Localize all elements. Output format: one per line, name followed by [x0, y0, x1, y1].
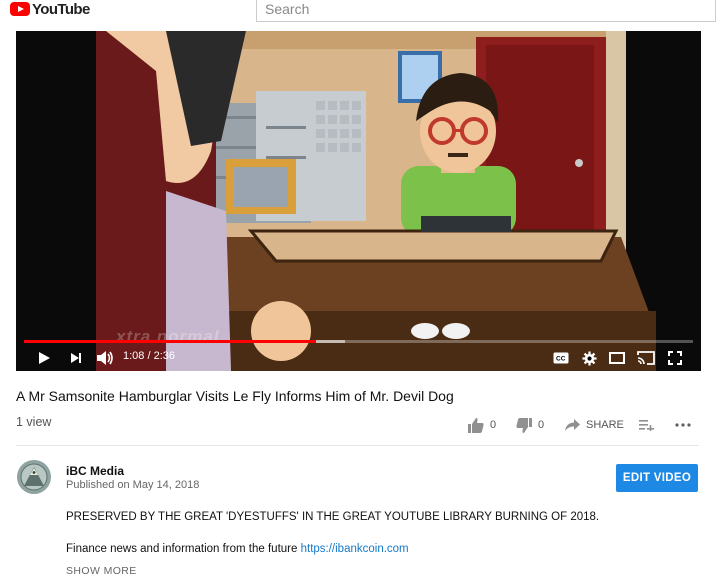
- play-button[interactable]: [34, 348, 54, 368]
- description-link[interactable]: https://ibankcoin.com: [301, 543, 409, 555]
- time-separator: /: [147, 350, 151, 362]
- logo-text: YouTube: [32, 0, 90, 18]
- description-line-1: PRESERVED BY THE GREAT 'DYESTUFFS' IN TH…: [66, 511, 600, 523]
- captions-button[interactable]: CC: [552, 348, 570, 368]
- dislike-button[interactable]: 0: [516, 417, 544, 433]
- youtube-logo[interactable]: YouTube: [10, 0, 90, 18]
- more-icon: [675, 423, 691, 427]
- view-count: 1 view: [16, 415, 52, 429]
- show-more-button[interactable]: SHOW MORE: [66, 565, 137, 577]
- mute-button[interactable]: [94, 348, 116, 368]
- video-title: A Mr Samsonite Hamburglar Visits Le Fly …: [16, 388, 454, 404]
- video-frame[interactable]: [16, 31, 701, 371]
- share-label: SHARE: [586, 419, 624, 431]
- thumbs-down-icon: [516, 417, 532, 433]
- cc-icon: CC: [553, 352, 569, 364]
- add-to-playlist-button[interactable]: [639, 417, 660, 433]
- volume-icon: [97, 351, 113, 365]
- like-button[interactable]: 0: [468, 417, 496, 433]
- search-box[interactable]: [256, 0, 716, 22]
- progress-bar[interactable]: [24, 340, 693, 343]
- video-watermark: xtra normal: [116, 327, 220, 346]
- svg-text:CC: CC: [556, 356, 566, 363]
- cast-button[interactable]: [636, 348, 656, 368]
- channel-avatar[interactable]: [17, 460, 51, 494]
- time-display: 1:08 / 2:36: [123, 350, 175, 362]
- thumbs-up-icon: [468, 417, 484, 433]
- youtube-play-logo-icon: [10, 2, 30, 16]
- fullscreen-icon: [668, 351, 682, 365]
- publish-date: Published on May 14, 2018: [66, 479, 200, 491]
- add-to-playlist-icon: [639, 420, 654, 431]
- share-icon: [565, 419, 580, 431]
- dislike-count: 0: [538, 419, 545, 431]
- time-current: 1:08: [123, 350, 145, 362]
- like-count: 0: [490, 419, 497, 431]
- description-line-2: Finance news and information from the fu…: [66, 543, 409, 555]
- play-icon: [39, 352, 50, 364]
- more-actions-button[interactable]: [675, 417, 697, 433]
- pyramid-eye-logo-icon: [17, 460, 51, 494]
- masthead: YouTube: [0, 0, 716, 28]
- edit-video-button[interactable]: EDIT VIDEO: [616, 464, 698, 492]
- next-button[interactable]: [66, 348, 86, 368]
- video-player[interactable]: xtra normal 1:08 / 2:36 CC: [16, 31, 701, 371]
- fullscreen-button[interactable]: [666, 348, 684, 368]
- progress-buffer: [315, 340, 346, 343]
- gear-icon: [581, 350, 597, 366]
- description-text: Finance news and information from the fu…: [66, 543, 298, 555]
- settings-button[interactable]: [580, 348, 598, 368]
- theater-icon: [609, 352, 625, 364]
- cast-icon: [637, 351, 655, 365]
- divider: [16, 445, 699, 446]
- time-total: 2:36: [153, 350, 176, 362]
- share-button[interactable]: SHARE: [565, 417, 624, 433]
- theater-mode-button[interactable]: [608, 348, 626, 368]
- search-input[interactable]: [265, 1, 695, 17]
- next-icon: [71, 353, 81, 363]
- channel-name[interactable]: iBC Media: [66, 464, 124, 478]
- progress-played: [24, 340, 316, 343]
